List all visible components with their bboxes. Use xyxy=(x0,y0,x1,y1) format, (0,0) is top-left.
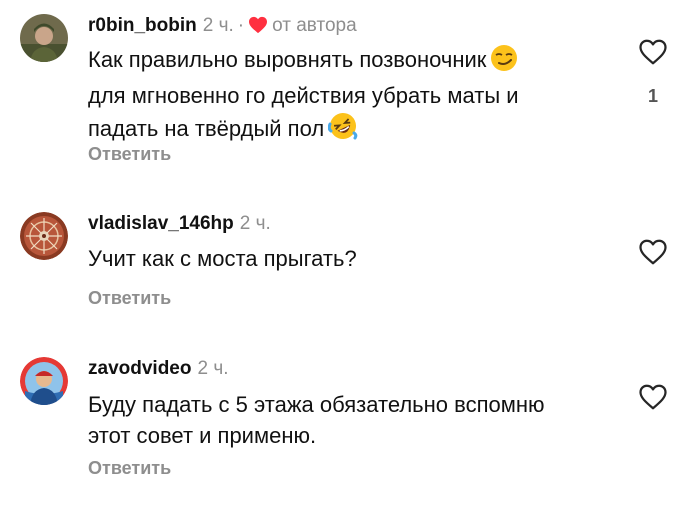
avatar[interactable] xyxy=(20,357,68,405)
comment-text: Буду падать с 5 этажа обязательно вспомн… xyxy=(88,389,608,451)
reply-button[interactable]: Ответить xyxy=(88,142,171,166)
heart-filled-icon xyxy=(248,16,268,41)
comment-text-line: Как правильно выровнять позвоночник xyxy=(88,47,487,72)
comment: r0bin_bobin 2 ч. · от автора Как правильно … xyxy=(0,0,700,180)
comment-text-line: Буду падать с 5 этажа обязательно вспомн… xyxy=(88,392,545,417)
timestamp: 2 ч. xyxy=(197,358,229,379)
comment-text-line: Учит как с моста прыгать? xyxy=(88,246,357,271)
username[interactable]: r0bin_bobin xyxy=(88,15,197,36)
comment-text: Учит как с моста прыгать? xyxy=(88,243,608,274)
comment-text-line: для мгновенно го действия убрать маты и xyxy=(88,83,519,108)
like-count: 1 xyxy=(647,86,658,106)
rofl-emoji-icon xyxy=(327,111,358,149)
heart-outline-icon xyxy=(639,39,667,65)
reply-button[interactable]: Ответить xyxy=(88,456,171,480)
comment-text-line: падать на твёрдый пол xyxy=(88,116,325,141)
separator: · xyxy=(237,15,245,36)
timestamp: 2 ч. xyxy=(202,15,234,36)
heart-outline-icon xyxy=(639,384,667,410)
reply-button[interactable]: Ответить xyxy=(88,286,171,310)
comment-meta: r0bin_bobin 2 ч. · от автора xyxy=(88,14,357,41)
heart-outline-icon xyxy=(639,239,667,265)
comment: vladislav_146hp 2 ч. Учит как с моста пры… xyxy=(0,200,700,320)
like-button[interactable] xyxy=(638,38,668,68)
username[interactable]: vladislav_146hp xyxy=(88,213,234,234)
avatar[interactable] xyxy=(20,212,68,260)
comment-text: Как правильно выровнять позвоночник для … xyxy=(88,44,608,149)
timestamp: 2 ч. xyxy=(239,213,271,234)
username[interactable]: zavodvideo xyxy=(88,358,191,379)
smirk-emoji-icon xyxy=(490,44,518,80)
comment-text-line: этот совет и применю. xyxy=(88,423,317,448)
comment-meta: zavodvideo 2 ч. xyxy=(88,357,229,381)
like-button[interactable] xyxy=(638,383,668,413)
comment: zavodvideo 2 ч. Буду падать с 5 этажа обя… xyxy=(0,345,700,495)
avatar[interactable] xyxy=(20,14,68,62)
comment-meta: vladislav_146hp 2 ч. xyxy=(88,212,271,236)
like-button[interactable] xyxy=(638,238,668,268)
author-like-label: от автора xyxy=(272,15,357,36)
